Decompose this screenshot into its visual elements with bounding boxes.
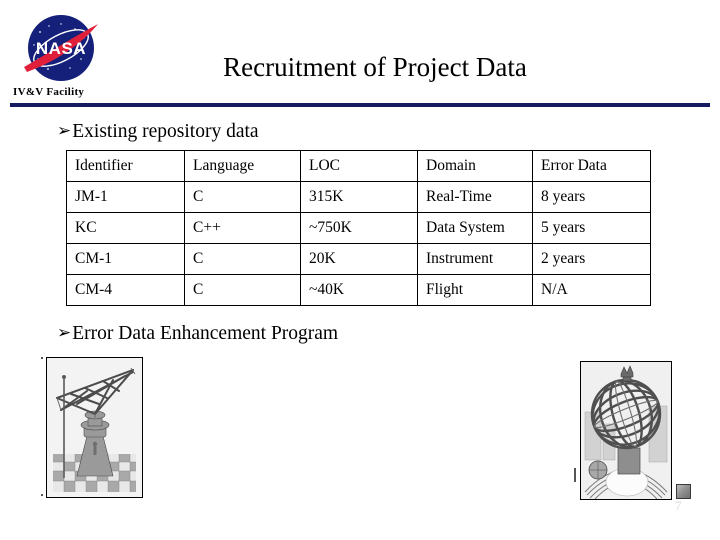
table-cell: 8 years (532, 181, 651, 213)
table-cell: N/A (532, 274, 651, 306)
table-row: CM-1 C 20K Instrument 2 years (66, 243, 651, 275)
table-row: CM-4 C ~40K Flight N/A (66, 274, 651, 306)
corner-marker-icon (676, 484, 691, 499)
column-header: Error Data (532, 150, 651, 182)
table-cell: ~40K (300, 274, 418, 306)
table-cell: Instrument (417, 243, 533, 275)
header-divider (10, 103, 710, 107)
armillary-sphere-engraving-image (580, 361, 672, 500)
project-data-table: Identifier Language LOC Domain Error Dat… (66, 150, 651, 306)
column-header: Domain (417, 150, 533, 182)
column-header: Language (184, 150, 301, 182)
table-cell: Data System (417, 212, 533, 244)
table-cell: 2 years (532, 243, 651, 275)
bullet-item-existing-repository-data: ➢Existing repository data (57, 119, 259, 144)
registration-tick (41, 357, 43, 359)
bullet-label: Error Data Enhancement Program (72, 323, 339, 344)
table-cell: ~750K (300, 212, 418, 244)
table-cell: CM-1 (66, 243, 185, 275)
crane-engraving-image (46, 357, 143, 498)
table-header-row: Identifier Language LOC Domain Error Dat… (66, 150, 651, 182)
bullet-arrow-icon: ➢ (57, 323, 72, 343)
table-cell: C (184, 274, 301, 306)
table-cell: KC (66, 212, 185, 244)
slide-canvas: NASA IV&V Facility Recruitment of Projec… (0, 0, 720, 540)
page-title: Recruitment of Project Data (223, 52, 527, 82)
table-cell: C (184, 181, 301, 213)
registration-tick (41, 494, 43, 496)
column-header: LOC (300, 150, 418, 182)
table-cell: C (184, 243, 301, 275)
table-cell: 20K (300, 243, 418, 275)
table-cell: 5 years (532, 212, 651, 244)
table-cell: Real-Time (417, 181, 533, 213)
table-cell: JM-1 (66, 181, 185, 213)
bullet-item-error-data-enhancement-program: ➢Error Data Enhancement Program (57, 321, 338, 346)
bullet-label: Existing repository data (72, 121, 259, 142)
table-cell: Flight (417, 274, 533, 306)
org-label: IV&V Facility (13, 86, 85, 98)
table-cell: 315K (300, 181, 418, 213)
table-row: KC C++ ~750K Data System 5 years (66, 212, 651, 244)
table-row: JM-1 C 315K Real-Time 8 years (66, 181, 651, 213)
column-header: Identifier (66, 150, 185, 182)
registration-tick (574, 468, 576, 482)
bullet-arrow-icon: ➢ (57, 121, 72, 141)
page-number: 7 (675, 498, 682, 513)
table-cell: C++ (184, 212, 301, 244)
table-cell: CM-4 (66, 274, 185, 306)
